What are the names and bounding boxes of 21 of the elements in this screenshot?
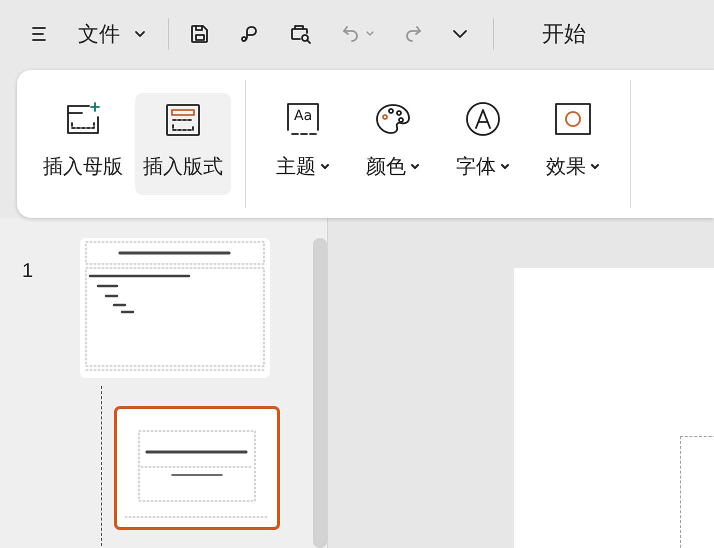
undo-icon	[341, 23, 361, 45]
layout-icon	[163, 101, 203, 139]
save-icon	[189, 23, 211, 45]
print-preview-icon	[289, 23, 313, 45]
scrollbar[interactable]	[313, 238, 327, 548]
ribbon-button[interactable]: Aa 主题	[260, 93, 346, 195]
file-menu[interactable]: 文件	[74, 16, 150, 52]
letter-circle-icon	[463, 101, 503, 139]
redo-icon	[403, 23, 423, 45]
menu-icon	[30, 25, 48, 43]
icon-label: Aa	[294, 108, 312, 124]
caret-icon	[134, 29, 146, 39]
slide-thumbnail[interactable]	[114, 406, 280, 530]
ribbon-button[interactable]: 效果	[530, 93, 616, 195]
ribbon-button[interactable]: 插入母版	[35, 93, 131, 195]
slide-number: 1	[21, 259, 34, 283]
ribbon-tab[interactable]: 开始	[528, 13, 600, 55]
slide-thumbnail[interactable]	[80, 238, 270, 378]
ribbon-button[interactable]: 字体	[440, 93, 526, 195]
ribbon-button[interactable]: 插入版式	[135, 93, 231, 195]
ribbon-button[interactable]: 颜色	[350, 93, 436, 195]
